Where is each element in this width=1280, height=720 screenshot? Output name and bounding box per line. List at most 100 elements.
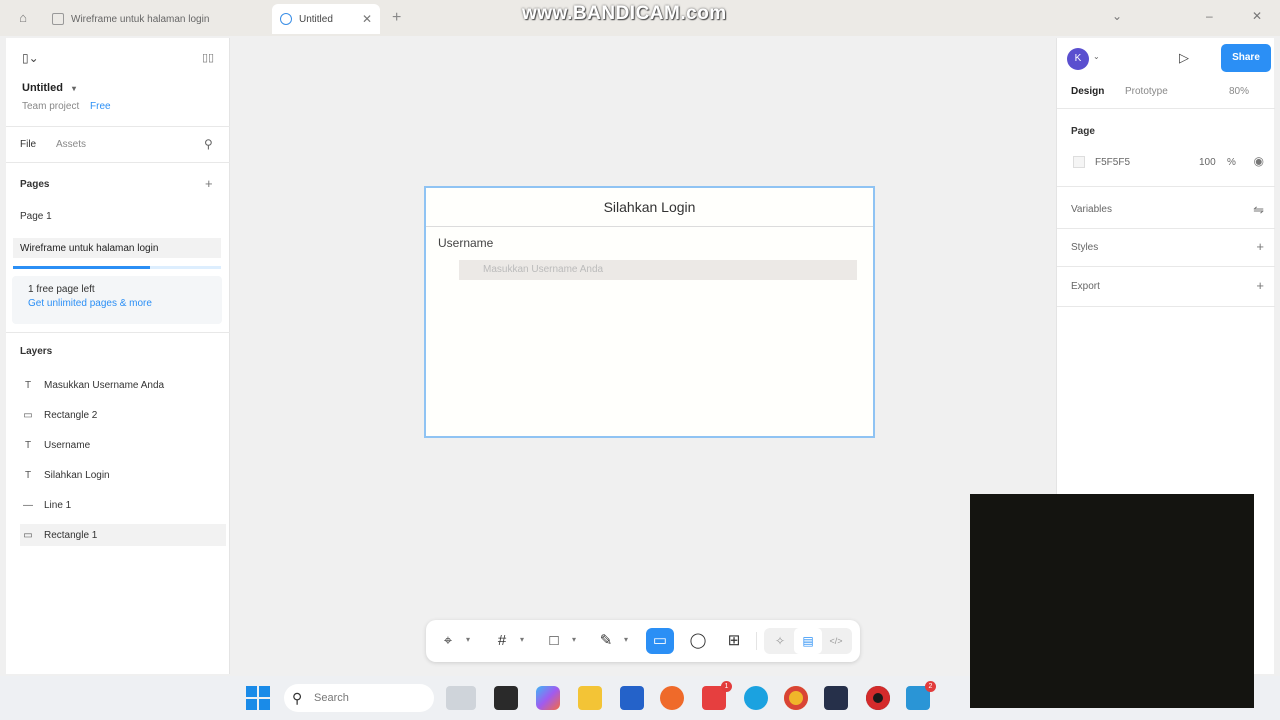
styles-section[interactable]: Styles: [1071, 242, 1098, 253]
divider: [6, 126, 230, 127]
dev-mode-icon[interactable]: </>: [822, 628, 850, 654]
taskbar-search-input[interactable]: ⚲ Search: [284, 684, 434, 712]
layer-label: Rectangle 1: [44, 529, 98, 541]
eye-icon[interactable]: ◉: [1254, 154, 1264, 168]
close-window-button[interactable]: ✕: [1252, 9, 1262, 23]
search-icon[interactable]: ⚲: [204, 137, 213, 151]
page-item-active[interactable]: Wireframe untuk halaman login: [13, 238, 221, 258]
layout-mode-icon[interactable]: ▤: [794, 628, 822, 654]
layer-label: Line 1: [44, 499, 72, 511]
present-icon[interactable]: ▷: [1179, 50, 1195, 66]
frame-divider-line[interactable]: [426, 226, 873, 227]
widget-icon[interactable]: [446, 686, 476, 710]
page-item[interactable]: Page 1: [20, 211, 52, 222]
tab-file[interactable]: File: [20, 139, 36, 150]
tab-wireframe[interactable]: Wireframe untuk halaman login: [44, 4, 270, 34]
app-icon[interactable]: 2: [906, 681, 936, 710]
search-placeholder: Search: [314, 692, 349, 704]
store-icon[interactable]: [620, 686, 644, 710]
browser-tab-bar: ⌂ Wireframe untuk halaman login Untitled…: [0, 0, 1280, 36]
home-icon[interactable]: ⌂: [14, 9, 32, 27]
tab-untitled[interactable]: Untitled ✕: [272, 4, 380, 34]
file-explorer-icon[interactable]: [578, 686, 602, 710]
edge-icon[interactable]: [744, 686, 768, 710]
page-opacity-value[interactable]: 100: [1199, 157, 1216, 168]
file-name[interactable]: Untitled: [22, 82, 63, 94]
firefox-icon[interactable]: [660, 686, 684, 710]
chevron-down-icon[interactable]: ▾: [624, 635, 628, 644]
plan-link[interactable]: Free: [90, 101, 111, 112]
copilot-icon[interactable]: [536, 686, 560, 710]
rectangle-tool-icon[interactable]: □: [540, 628, 568, 654]
frame-title[interactable]: Silahkan Login: [426, 188, 873, 226]
add-style-icon[interactable]: +: [1256, 239, 1264, 254]
variables-section[interactable]: Variables: [1071, 204, 1112, 215]
share-button[interactable]: Share: [1221, 44, 1271, 72]
username-input-rect[interactable]: Masukkan Username Anda: [459, 260, 857, 280]
avatar[interactable]: K: [1067, 48, 1089, 70]
pages-progress-fill: [13, 266, 151, 269]
move-tool-icon[interactable]: ⌖: [434, 628, 462, 654]
chevron-down-icon[interactable]: ⌄: [1112, 9, 1122, 23]
divider: [6, 332, 230, 333]
promo-count: 1 free page left: [28, 284, 95, 295]
figma-tab-icon: [280, 13, 292, 25]
tab-assets[interactable]: Assets: [56, 139, 86, 150]
text-tool-icon[interactable]: ▭: [646, 628, 674, 654]
chevron-down-icon[interactable]: ▾: [572, 635, 576, 644]
chevron-down-icon[interactable]: ▾: [72, 84, 76, 93]
notification-badge: 2: [925, 681, 936, 692]
layer-label: Masukkan Username Anda: [44, 379, 165, 391]
pen-tool-icon[interactable]: ✎: [592, 628, 620, 654]
layer-label: Rectangle 2: [44, 409, 98, 421]
layer-item[interactable]: T Silahkan Login: [20, 464, 226, 486]
windows-start-icon[interactable]: [246, 686, 270, 710]
minimize-button[interactable]: –: [1206, 9, 1213, 23]
login-frame[interactable]: Silahkan Login Username Masukkan Usernam…: [424, 186, 875, 438]
app-icon[interactable]: 1: [702, 681, 732, 710]
record-icon[interactable]: [866, 686, 890, 710]
actions-icon[interactable]: ⊞: [720, 628, 748, 654]
chrome-icon[interactable]: [784, 686, 808, 710]
add-export-icon[interactable]: +: [1256, 278, 1264, 293]
zoom-level[interactable]: 80%: [1229, 86, 1249, 97]
layer-item[interactable]: T Username: [20, 434, 226, 456]
tab-label: Untitled: [299, 13, 333, 25]
panel-toggle-icon[interactable]: ▯▯: [202, 51, 214, 64]
variables-icon[interactable]: ⇋: [1253, 202, 1264, 218]
layer-label: Silahkan Login: [44, 469, 110, 481]
tab-prototype[interactable]: Prototype: [1125, 86, 1168, 97]
line-layer-icon: —: [23, 499, 33, 511]
username-label[interactable]: Username: [438, 236, 493, 250]
divider: [1057, 186, 1275, 187]
chevron-down-icon[interactable]: ⌄: [1093, 52, 1100, 61]
close-tab-icon[interactable]: ✕: [362, 12, 372, 26]
page-color-swatch[interactable]: [1073, 156, 1085, 168]
new-tab-button[interactable]: +: [392, 9, 401, 27]
rectangle-layer-icon: ▭: [23, 409, 33, 421]
comment-tool-icon[interactable]: ◯: [684, 628, 712, 654]
main-menu-icon[interactable]: ▯⌄: [22, 51, 39, 65]
frame-tool-icon[interactable]: #: [488, 628, 516, 654]
export-section[interactable]: Export: [1071, 281, 1100, 292]
tab-design[interactable]: Design: [1071, 86, 1104, 97]
pages-progress-bar: [13, 266, 221, 269]
add-page-button[interactable]: +: [205, 176, 213, 191]
chevron-down-icon[interactable]: ▾: [466, 635, 470, 644]
layer-item-selected[interactable]: ▭ Rectangle 1: [20, 524, 226, 546]
promo-link[interactable]: Get unlimited pages & more: [28, 298, 152, 309]
chevron-down-icon[interactable]: ▾: [520, 635, 524, 644]
page-color-value[interactable]: F5F5F5: [1095, 157, 1130, 168]
task-view-icon[interactable]: [494, 686, 518, 710]
notification-badge: 1: [721, 681, 732, 692]
layer-item[interactable]: — Line 1: [20, 494, 226, 516]
layer-item[interactable]: ▭ Rectangle 2: [20, 404, 226, 426]
left-panel: ▯⌄ ▯▯ Untitled ▾ Team project Free File …: [6, 38, 230, 674]
layer-label: Username: [44, 439, 91, 451]
tools-toolbar: ⌖ ▾ # ▾ □ ▾ ✎ ▾ ▭ ◯ ⊞ ✧ ▤ </>: [426, 620, 860, 662]
design-mode-icon[interactable]: ✧: [766, 628, 794, 654]
app-icon[interactable]: [824, 686, 848, 710]
bandicam-watermark: www.BANDICAM.com: [522, 3, 727, 24]
upgrade-promo: 1 free page left Get unlimited pages & m…: [12, 276, 222, 324]
layer-item[interactable]: T Masukkan Username Anda: [20, 374, 226, 396]
